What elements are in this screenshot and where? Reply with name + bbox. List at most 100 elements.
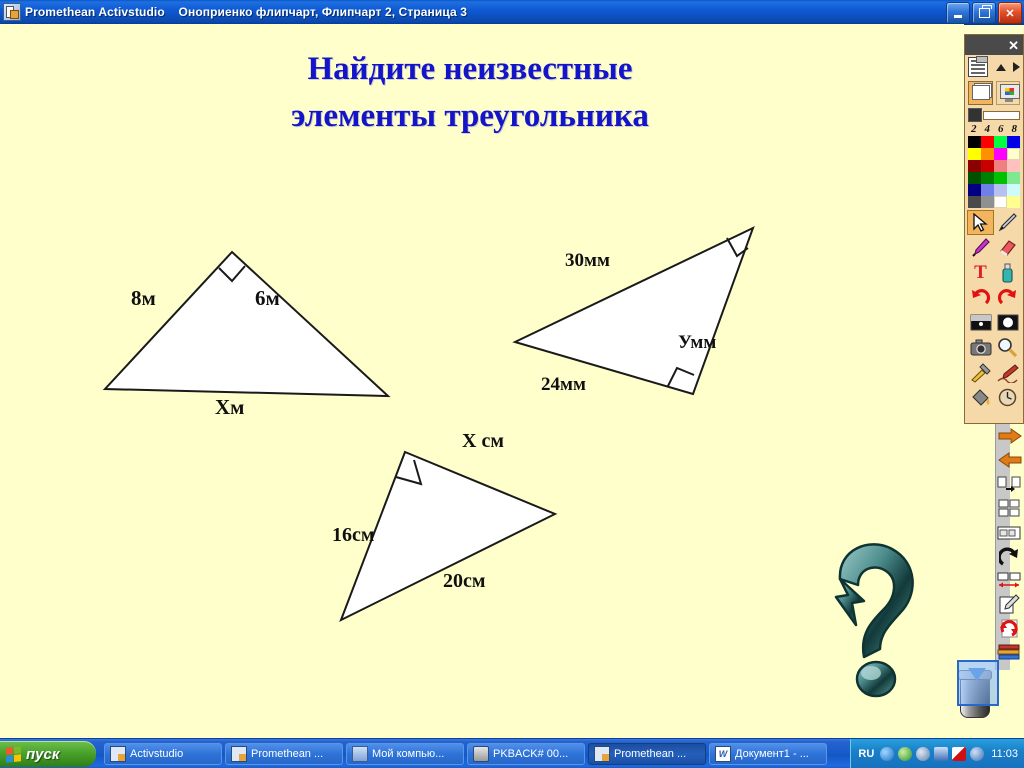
color-swatch-3-3[interactable] (1007, 172, 1020, 184)
color-swatch-2-2[interactable] (994, 160, 1007, 172)
taskbar-item-label: Activstudio (130, 748, 184, 760)
taskbar-item-5[interactable]: W Документ1 - ... (709, 743, 827, 765)
trash-bin-icon[interactable] (957, 660, 999, 718)
toolbox-close-icon[interactable]: ✕ (1008, 39, 1023, 52)
reset-page-icon[interactable] (997, 616, 1023, 640)
color-swatch-1-3[interactable] (1007, 148, 1020, 160)
next-page-arrow-icon[interactable] (997, 424, 1023, 448)
minimize-button[interactable] (946, 2, 970, 24)
tools-icon[interactable] (967, 360, 994, 385)
color-swatch-1-2[interactable] (994, 148, 1007, 160)
color-palette[interactable] (965, 135, 1023, 209)
close-icon: ✕ (1005, 7, 1015, 20)
toolbox-header[interactable]: ✕ (965, 35, 1023, 55)
color-swatch-4-2[interactable] (994, 184, 1007, 196)
fill-bucket-icon[interactable] (967, 385, 994, 410)
color-swatch-5-3[interactable] (1007, 196, 1020, 208)
pen-color-swatch[interactable] (968, 108, 982, 122)
expand-right-arrow-icon[interactable] (1013, 62, 1020, 72)
pen-tool-icon[interactable] (994, 210, 1021, 235)
redo-icon[interactable] (994, 285, 1021, 310)
taskbar-item-0[interactable]: Activstudio (104, 743, 222, 765)
insert-page-icon[interactable] (997, 472, 1023, 496)
color-swatch-5-2[interactable] (994, 196, 1007, 208)
color-swatch-1-1[interactable] (981, 148, 994, 160)
color-swatch-0-1[interactable] (981, 136, 994, 148)
clock-tool-icon[interactable] (994, 385, 1021, 410)
redo-arrow-icon[interactable] (997, 544, 1023, 568)
color-swatch-0-3[interactable] (1007, 136, 1020, 148)
flipchart-canvas[interactable]: Найдите неизвестные элементы треугольник… (0, 24, 964, 738)
taskbar-item-2[interactable]: Мой компью... (346, 743, 464, 765)
magnifier-tool-icon[interactable] (994, 335, 1021, 360)
eraser-tool-icon[interactable] (994, 235, 1021, 260)
taskbar-item-3[interactable]: PKBACK# 00... (467, 743, 585, 765)
color-swatch-0-2[interactable] (994, 136, 1007, 148)
window-title-text: Promethean Activstudio Оноприенко флипча… (25, 5, 467, 19)
color-swatch-4-3[interactable] (1007, 184, 1020, 196)
color-swatch-3-2[interactable] (994, 172, 1007, 184)
triangle-2-label-upper: 30мм (565, 250, 610, 271)
toolbox-panel[interactable]: ✕ 2 4 6 8 T (964, 34, 1024, 424)
undo-icon[interactable] (967, 285, 994, 310)
restore-button[interactable] (972, 2, 996, 24)
activstudio-icon (110, 746, 126, 762)
text-tool-icon[interactable]: T (967, 260, 994, 285)
previous-page-arrow-icon[interactable] (997, 448, 1023, 472)
close-button[interactable]: ✕ (998, 2, 1022, 24)
back-arrow-icon[interactable] (880, 747, 895, 761)
triangle-3[interactable]: Х см 16см 20см (325, 424, 575, 649)
scroll-up-arrow-icon[interactable] (996, 63, 1006, 71)
taskbar-item-label: PKBACK# 00... (493, 748, 569, 760)
document-title: Оноприенко флипчарт, Флипчарт 2, Страниц… (178, 5, 467, 19)
triangle-2[interactable]: 30мм 24мм Умм (505, 202, 775, 412)
taskbar-clock[interactable]: 11:03 (991, 748, 1018, 760)
color-swatch-3-0[interactable] (968, 172, 981, 184)
resource-library-icon[interactable] (997, 640, 1023, 664)
highlighter-tool-icon[interactable] (967, 235, 994, 260)
network-icon[interactable] (898, 747, 913, 761)
taskbar-item-1[interactable]: Promethean ... (225, 743, 343, 765)
window-title-bar[interactable]: Promethean Activstudio Оноприенко флипча… (0, 0, 1024, 25)
my-computer-icon (352, 746, 368, 762)
network-status-icon[interactable] (970, 747, 985, 761)
spray-can-icon[interactable] (994, 260, 1021, 285)
handwriting-icon[interactable] (994, 360, 1021, 385)
pen-width-slider[interactable] (965, 107, 1023, 123)
color-swatch-4-1[interactable] (981, 184, 994, 196)
color-swatch-1-0[interactable] (968, 148, 981, 160)
color-swatch-0-0[interactable] (968, 136, 981, 148)
pen-width-6: 6 (998, 123, 1004, 135)
activstudio-icon (231, 746, 247, 762)
color-swatch-5-0[interactable] (968, 196, 981, 208)
kaspersky-icon[interactable] (952, 747, 967, 761)
question-mark-graphic[interactable] (826, 539, 930, 699)
color-swatch-5-1[interactable] (981, 196, 994, 208)
page-properties-icon[interactable] (968, 56, 988, 77)
start-button[interactable]: пуск (0, 741, 96, 767)
display-icon[interactable] (934, 747, 949, 761)
page-organiser-icon[interactable] (997, 520, 1023, 544)
triangle-2-label-lower: 24мм (541, 374, 586, 395)
triangle-3-label-lower-right: 20см (443, 570, 486, 592)
notes-icon[interactable] (997, 592, 1023, 616)
color-swatch-2-1[interactable] (981, 160, 994, 172)
select-tool-icon[interactable] (967, 210, 994, 235)
triangle-1[interactable]: 8м 6м Хм (95, 239, 405, 419)
color-swatch-4-0[interactable] (968, 184, 981, 196)
color-swatch-3-1[interactable] (981, 172, 994, 184)
page-thumbnails-icon[interactable] (997, 496, 1023, 520)
spotlight-tool-icon[interactable] (994, 310, 1021, 335)
desktop-mode-button[interactable] (995, 81, 1020, 105)
camera-tool-icon[interactable] (967, 335, 994, 360)
volume-icon[interactable] (916, 747, 931, 761)
pen-width-track[interactable] (983, 110, 1020, 120)
color-swatch-2-3[interactable] (1007, 160, 1020, 172)
taskbar-item-4[interactable]: Promethean ... (588, 743, 706, 765)
blind-tool-icon[interactable] (967, 310, 994, 335)
color-swatch-2-0[interactable] (968, 160, 981, 172)
language-indicator[interactable]: RU (858, 748, 874, 760)
annotate-over-desktop-button[interactable] (968, 81, 993, 105)
slide-title-line-2: элементы треугольника (291, 98, 649, 134)
page-size-icon[interactable] (997, 568, 1023, 592)
